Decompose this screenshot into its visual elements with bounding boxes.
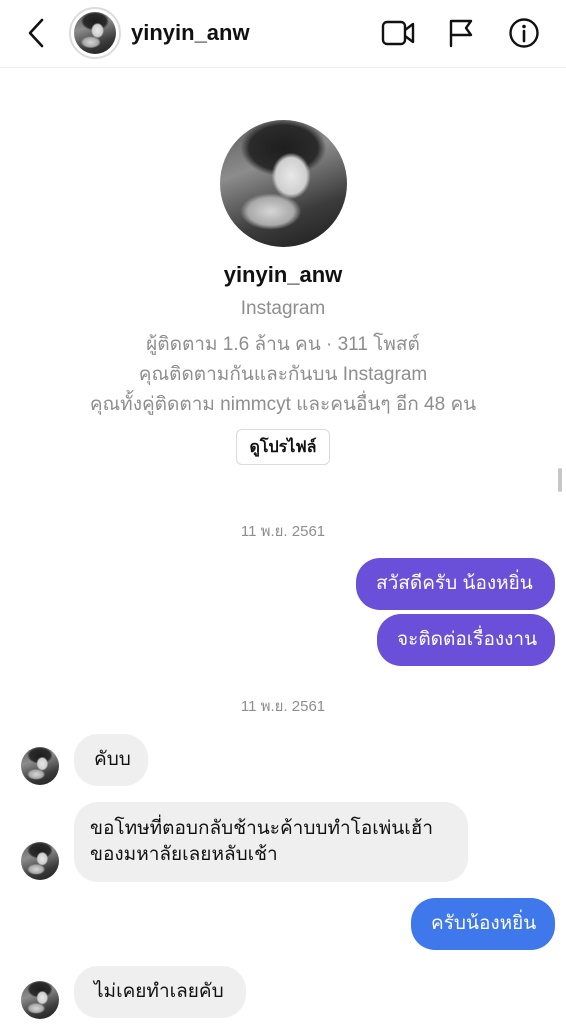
view-profile-button[interactable]: ดูโปรไฟล์ (236, 429, 330, 465)
received-message[interactable]: ไม่เคยทำเลยคับ (74, 966, 246, 1018)
sent-message[interactable]: ครับน้องหยิ่น (411, 898, 555, 950)
mutual-follow-text: คุณติดตามกันและกันบน Instagram (138, 364, 428, 385)
sent-message[interactable]: สวัสดีครับ น้องหยิ่น (356, 558, 555, 610)
profile-name: yinyin_anw (223, 262, 343, 287)
message-text: คับบ (94, 749, 131, 770)
video-camera-icon (381, 20, 415, 46)
chevron-left-icon (28, 18, 44, 48)
message-text: ครับน้องหยิ่น (431, 913, 537, 934)
chat-header: yinyin_anw (0, 0, 566, 68)
avatar-photo (74, 12, 116, 54)
header-avatar[interactable] (69, 7, 121, 59)
report-button[interactable] (442, 14, 480, 52)
header-username[interactable]: yinyin_anw (131, 20, 250, 46)
profile-avatar[interactable] (220, 120, 347, 247)
received-message[interactable]: ขอโทษที่ตอบกลับช้านะค้าบบทำโอเพ่นเฮ้าของ… (74, 802, 468, 882)
message-text: สวัสดีครับ น้องหยิ่น (376, 573, 533, 594)
message-text: ไม่เคยทำเลยคับ (94, 981, 224, 1002)
received-message[interactable]: คับบ (74, 734, 148, 786)
message-text: จะติดต่อเรื่องงาน (397, 629, 538, 650)
message-text: ขอโทษที่ตอบกลับช้านะค้าบบทำโอเพ่นเฮ้าของ… (90, 818, 434, 865)
message-timestamp: 11 พ.ย. 2561 (240, 698, 326, 715)
flag-icon (449, 19, 473, 48)
sender-avatar[interactable] (21, 747, 59, 785)
profile-platform: Instagram (240, 298, 326, 319)
video-call-button[interactable] (379, 14, 417, 52)
info-button[interactable] (505, 14, 543, 52)
sender-avatar[interactable] (21, 842, 59, 880)
info-icon (509, 18, 539, 48)
message-timestamp: 11 พ.ย. 2561 (240, 523, 326, 540)
scrollbar[interactable] (558, 468, 562, 492)
sender-avatar[interactable] (21, 981, 59, 1019)
mutual-friends-text: คุณทั้งคู่ติดตาม nimmcyt และคนอื่นๆ อีก … (89, 394, 477, 415)
sent-message[interactable]: จะติดต่อเรื่องงาน (377, 614, 555, 666)
back-button[interactable] (18, 14, 54, 52)
profile-stats: ผู้ติดตาม 1.6 ล้าน คน · 311 โพสต์ (146, 334, 420, 355)
